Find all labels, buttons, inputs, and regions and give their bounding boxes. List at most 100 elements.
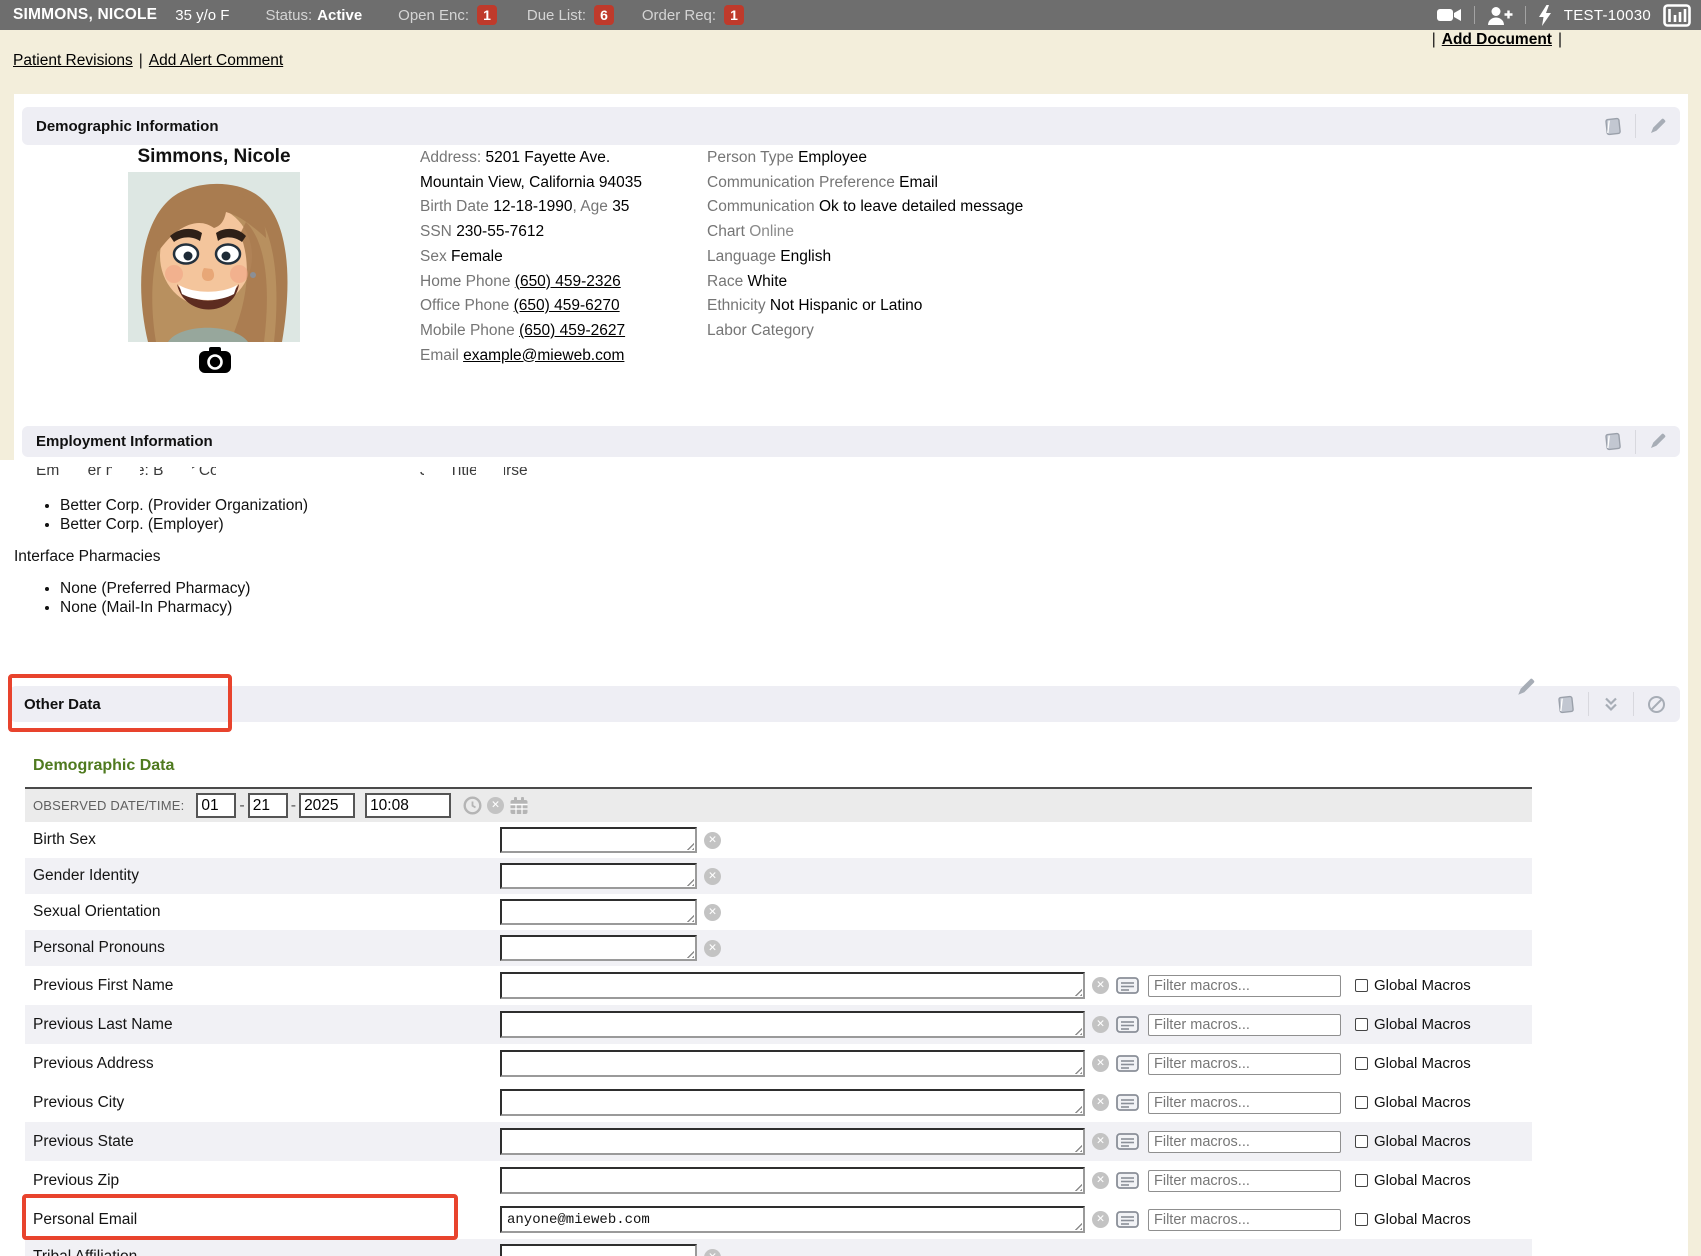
open-enc-badge[interactable]: 1 bbox=[477, 5, 497, 25]
previous-zip-clear-icon[interactable]: ✕ bbox=[1092, 1172, 1109, 1189]
add-document-link[interactable]: Add Document bbox=[1442, 31, 1552, 48]
macro-list-icon[interactable] bbox=[1116, 1054, 1139, 1073]
global-macros-checkbox[interactable] bbox=[1355, 1018, 1368, 1031]
video-camera-icon[interactable] bbox=[1437, 6, 1462, 24]
resize-handle[interactable] bbox=[1072, 1064, 1082, 1074]
previous-first-name-textarea[interactable] bbox=[500, 972, 1085, 999]
patient-revisions-link[interactable]: Patient Revisions bbox=[13, 52, 133, 69]
previous-first-name-clear-icon[interactable]: ✕ bbox=[1092, 977, 1109, 994]
journal-book-icon[interactable] bbox=[1603, 432, 1622, 451]
tribal-affiliation-input[interactable] bbox=[500, 1244, 697, 1256]
filter-macros-input[interactable] bbox=[1148, 1131, 1341, 1153]
journal-book-icon[interactable] bbox=[1556, 695, 1575, 714]
personal-email-clear-icon[interactable]: ✕ bbox=[1092, 1211, 1109, 1228]
tribal-affiliation-clear-icon[interactable]: ✕ bbox=[704, 1249, 721, 1256]
filter-macros-input[interactable] bbox=[1148, 1209, 1341, 1231]
edit-pencil-icon[interactable] bbox=[1516, 678, 1535, 702]
collapse-chevrons-icon[interactable] bbox=[1602, 695, 1620, 713]
gender-identity-label: Gender Identity bbox=[33, 867, 500, 885]
observed-day-input[interactable] bbox=[248, 793, 288, 818]
filter-macros-input[interactable] bbox=[1148, 975, 1341, 997]
other-data-header[interactable]: Other Data bbox=[10, 686, 1680, 722]
due-list-badge[interactable]: 6 bbox=[594, 5, 614, 25]
macro-list-icon[interactable] bbox=[1116, 1132, 1139, 1151]
demo-right-line: Communication Preference Email bbox=[707, 171, 1127, 196]
global-macros-checkbox[interactable] bbox=[1355, 1135, 1368, 1148]
demographic-information-header[interactable]: Demographic Information bbox=[22, 107, 1680, 145]
sexual-orientation-input[interactable] bbox=[500, 899, 697, 925]
global-macros-checkbox[interactable] bbox=[1355, 1213, 1368, 1226]
filter-macros-input[interactable] bbox=[1148, 1092, 1341, 1114]
previous-zip-textarea[interactable] bbox=[500, 1167, 1085, 1194]
personal-pronouns-clear-icon[interactable]: ✕ bbox=[704, 940, 721, 957]
previous-city-textarea[interactable] bbox=[500, 1089, 1085, 1116]
divider bbox=[1635, 430, 1636, 454]
lightning-bolt-icon[interactable] bbox=[1538, 5, 1552, 26]
add-person-icon[interactable] bbox=[1487, 6, 1513, 25]
previous-address-clear-icon[interactable]: ✕ bbox=[1092, 1055, 1109, 1072]
macro-list-icon[interactable] bbox=[1116, 976, 1139, 995]
global-macros-checkbox[interactable] bbox=[1355, 1057, 1368, 1070]
birth-sex-clear-icon[interactable]: ✕ bbox=[704, 832, 721, 849]
resize-handle[interactable] bbox=[1072, 1142, 1082, 1152]
observed-month-input[interactable] bbox=[196, 793, 236, 818]
patient-avatar[interactable] bbox=[128, 172, 300, 342]
personal-email-textarea[interactable]: anyone@mieweb.com bbox=[500, 1206, 1085, 1233]
value-link[interactable]: (650) 459-2326 bbox=[515, 273, 621, 290]
previous-first-name-row: Previous First Name✕Global Macros bbox=[25, 966, 1532, 1005]
global-macros-checkbox[interactable] bbox=[1355, 979, 1368, 992]
edit-pencil-icon[interactable] bbox=[1649, 118, 1666, 135]
resize-handle[interactable] bbox=[1072, 1181, 1082, 1191]
filter-macros-input[interactable] bbox=[1148, 1053, 1341, 1075]
previous-last-name-clear-icon[interactable]: ✕ bbox=[1092, 1016, 1109, 1033]
value-link[interactable]: (650) 459-6270 bbox=[514, 297, 620, 314]
resize-handle[interactable] bbox=[684, 840, 694, 850]
clear-datetime-icon[interactable]: ✕ bbox=[487, 797, 504, 814]
calendar-icon[interactable] bbox=[509, 796, 529, 815]
add-alert-comment-link[interactable]: Add Alert Comment bbox=[149, 52, 283, 69]
value-link[interactable]: (650) 459-2627 bbox=[519, 322, 625, 339]
open-enc-label: Open Enc: bbox=[398, 7, 469, 24]
macro-list-icon[interactable] bbox=[1116, 1015, 1139, 1034]
disable-slash-icon[interactable] bbox=[1647, 695, 1666, 714]
field-label: Mobile Phone bbox=[420, 322, 519, 339]
birth-sex-input[interactable] bbox=[500, 827, 697, 853]
resize-handle[interactable] bbox=[684, 876, 694, 886]
value-link[interactable]: example@mieweb.com bbox=[463, 347, 624, 364]
resize-handle[interactable] bbox=[1072, 986, 1082, 996]
clock-icon[interactable] bbox=[463, 796, 482, 815]
gender-identity-input[interactable] bbox=[500, 863, 697, 889]
resize-handle[interactable] bbox=[1072, 1103, 1082, 1113]
resize-handle[interactable] bbox=[684, 912, 694, 922]
personal-pronouns-input[interactable] bbox=[500, 935, 697, 961]
sexual-orientation-clear-icon[interactable]: ✕ bbox=[704, 904, 721, 921]
previous-state-clear-icon[interactable]: ✕ bbox=[1092, 1133, 1109, 1150]
filter-macros-input[interactable] bbox=[1148, 1170, 1341, 1192]
resize-handle[interactable] bbox=[1072, 1025, 1082, 1035]
filter-macros-input[interactable] bbox=[1148, 1014, 1341, 1036]
journal-book-icon[interactable] bbox=[1603, 117, 1622, 136]
employment-information-header[interactable]: Employment Information bbox=[22, 426, 1680, 457]
previous-address-textarea[interactable] bbox=[500, 1050, 1085, 1077]
previous-city-clear-icon[interactable]: ✕ bbox=[1092, 1094, 1109, 1111]
macro-list-icon[interactable] bbox=[1116, 1093, 1139, 1112]
demo-left-line: SSN 230-55-7612 bbox=[420, 220, 715, 245]
previous-last-name-textarea[interactable] bbox=[500, 1011, 1085, 1038]
edit-pencil-icon[interactable] bbox=[1649, 433, 1666, 450]
field-value: White bbox=[748, 273, 788, 290]
pharmacy-item: None (Preferred Pharmacy) bbox=[60, 580, 250, 599]
demo-right-line: Labor Category bbox=[707, 319, 1127, 344]
resize-handle[interactable] bbox=[684, 948, 694, 958]
flowsheet-chart-icon[interactable] bbox=[1663, 4, 1691, 27]
order-req-badge[interactable]: 1 bbox=[724, 5, 744, 25]
global-macros-checkbox[interactable] bbox=[1355, 1174, 1368, 1187]
observed-time-input[interactable] bbox=[365, 793, 451, 818]
observed-year-input[interactable] bbox=[299, 793, 355, 818]
update-photo-camera-icon[interactable] bbox=[198, 345, 232, 375]
demo-left-line: Address: 5201 Fayette Ave. bbox=[420, 146, 715, 171]
global-macros-checkbox[interactable] bbox=[1355, 1096, 1368, 1109]
macro-list-icon[interactable] bbox=[1116, 1210, 1139, 1229]
gender-identity-clear-icon[interactable]: ✕ bbox=[704, 868, 721, 885]
macro-list-icon[interactable] bbox=[1116, 1171, 1139, 1190]
previous-state-textarea[interactable] bbox=[500, 1128, 1085, 1155]
